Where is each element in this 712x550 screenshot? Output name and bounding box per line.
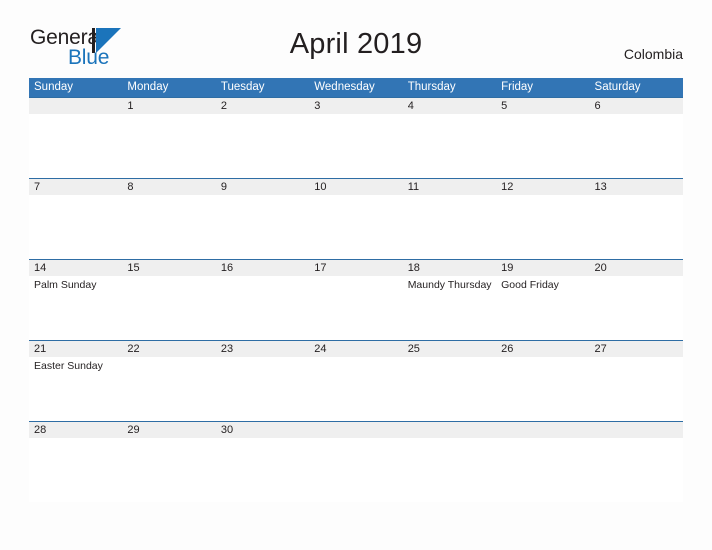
day-number: 6 [594,100,601,112]
page-title: April 2019 [289,28,423,60]
day-event: Maundy Thursday [407,279,492,291]
day-cell[interactable]: 15 [122,260,215,341]
day-number: 16 [220,262,234,274]
week-row: 28 29 30 [29,421,683,502]
day-number: 11 [407,181,420,193]
country-label: Colombia [623,46,683,62]
week-row: 7 8 9 10 11 12 13 [29,178,683,259]
day-number: 26 [501,343,514,355]
weekday-header-tuesday: Tuesday [220,81,265,93]
day-cell[interactable] [309,422,402,503]
week-row: 14 Palm Sunday 15 16 17 18 Maundy Thursd… [29,259,683,340]
day-cell[interactable]: 7 [29,179,122,260]
day-cell[interactable]: 6 [590,98,683,179]
day-cell[interactable]: 18 Maundy Thursday [403,260,496,341]
day-cell[interactable]: 4 [403,98,496,179]
day-number: 14 [34,262,47,274]
week-row: 21 Easter Sunday 22 23 24 25 26 27 [29,340,683,421]
day-cell[interactable]: 25 [403,341,496,422]
day-cell[interactable]: 26 [496,341,589,422]
day-cell[interactable] [496,422,589,503]
day-number: 18 [407,262,420,274]
calendar-page: General Blue April 2019 Colombia Sunday … [0,0,712,550]
day-cell[interactable]: 9 [216,179,309,260]
day-cell[interactable]: 24 [309,341,402,422]
day-number: 30 [220,424,234,436]
weekday-header-wednesday: Wednesday [314,81,375,93]
day-cell[interactable]: 22 [122,341,215,422]
weekday-header-thursday: Thursday [407,81,456,93]
day-cell[interactable]: 8 [122,179,215,260]
day-event: Easter Sunday [34,360,103,372]
day-cell[interactable]: 27 [590,341,683,422]
day-number: 13 [594,181,607,193]
day-cell[interactable]: 3 [309,98,402,179]
day-cell[interactable]: 10 [309,179,402,260]
day-cell[interactable]: 29 [122,422,215,503]
page-header: General Blue April 2019 Colombia [0,0,712,78]
day-cell[interactable]: 13 [590,179,683,260]
day-cell[interactable]: 11 [403,179,496,260]
day-cell[interactable]: 21 Easter Sunday [29,341,122,422]
weekday-header-row: Sunday Monday Tuesday Wednesday Thursday… [29,78,683,97]
day-number: 25 [407,343,420,355]
day-number: 9 [220,181,227,193]
day-number: 27 [594,343,607,355]
day-cell[interactable]: 20 [590,260,683,341]
day-cell[interactable]: 12 [496,179,589,260]
day-cell[interactable]: 5 [496,98,589,179]
day-number: 21 [34,343,47,355]
weekday-header-friday: Friday [501,81,534,93]
day-number: 7 [34,181,41,193]
day-cell[interactable] [29,98,122,179]
day-cell[interactable]: 28 [29,422,122,503]
day-cell[interactable]: 2 [216,98,309,179]
day-cell[interactable]: 30 [216,422,309,503]
day-number: 1 [127,100,134,112]
day-number: 3 [314,100,321,112]
calendar-grid: Sunday Monday Tuesday Wednesday Thursday… [29,78,683,502]
day-cell[interactable]: 17 [309,260,402,341]
weekday-header-monday: Monday [127,81,169,93]
day-number: 19 [501,262,514,274]
day-cell[interactable]: 14 Palm Sunday [29,260,122,341]
day-cell[interactable] [403,422,496,503]
day-number: 28 [34,424,47,436]
day-number: 29 [127,424,140,436]
day-number: 23 [220,343,234,355]
day-cell[interactable]: 19 Good Friday [496,260,589,341]
day-cell[interactable]: 23 [216,341,309,422]
day-number: 22 [127,343,140,355]
day-number: 10 [314,181,327,193]
day-number: 2 [220,100,227,112]
day-cell[interactable]: 1 [122,98,215,179]
day-number: 5 [501,100,508,112]
weekday-header-sunday: Sunday [34,81,74,93]
day-number: 4 [407,100,414,112]
week-row: 1 2 3 4 5 6 [29,97,683,178]
day-number: 8 [127,181,134,193]
day-cell[interactable] [590,422,683,503]
day-event: Good Friday [501,279,559,291]
day-number: 20 [594,262,607,274]
day-cell[interactable]: 16 [216,260,309,341]
day-number: 15 [127,262,140,274]
day-number: 17 [314,262,327,274]
day-event: Palm Sunday [34,279,97,291]
day-number: 12 [501,181,514,193]
day-number: 24 [314,343,327,355]
weekday-header-saturday: Saturday [594,81,641,93]
